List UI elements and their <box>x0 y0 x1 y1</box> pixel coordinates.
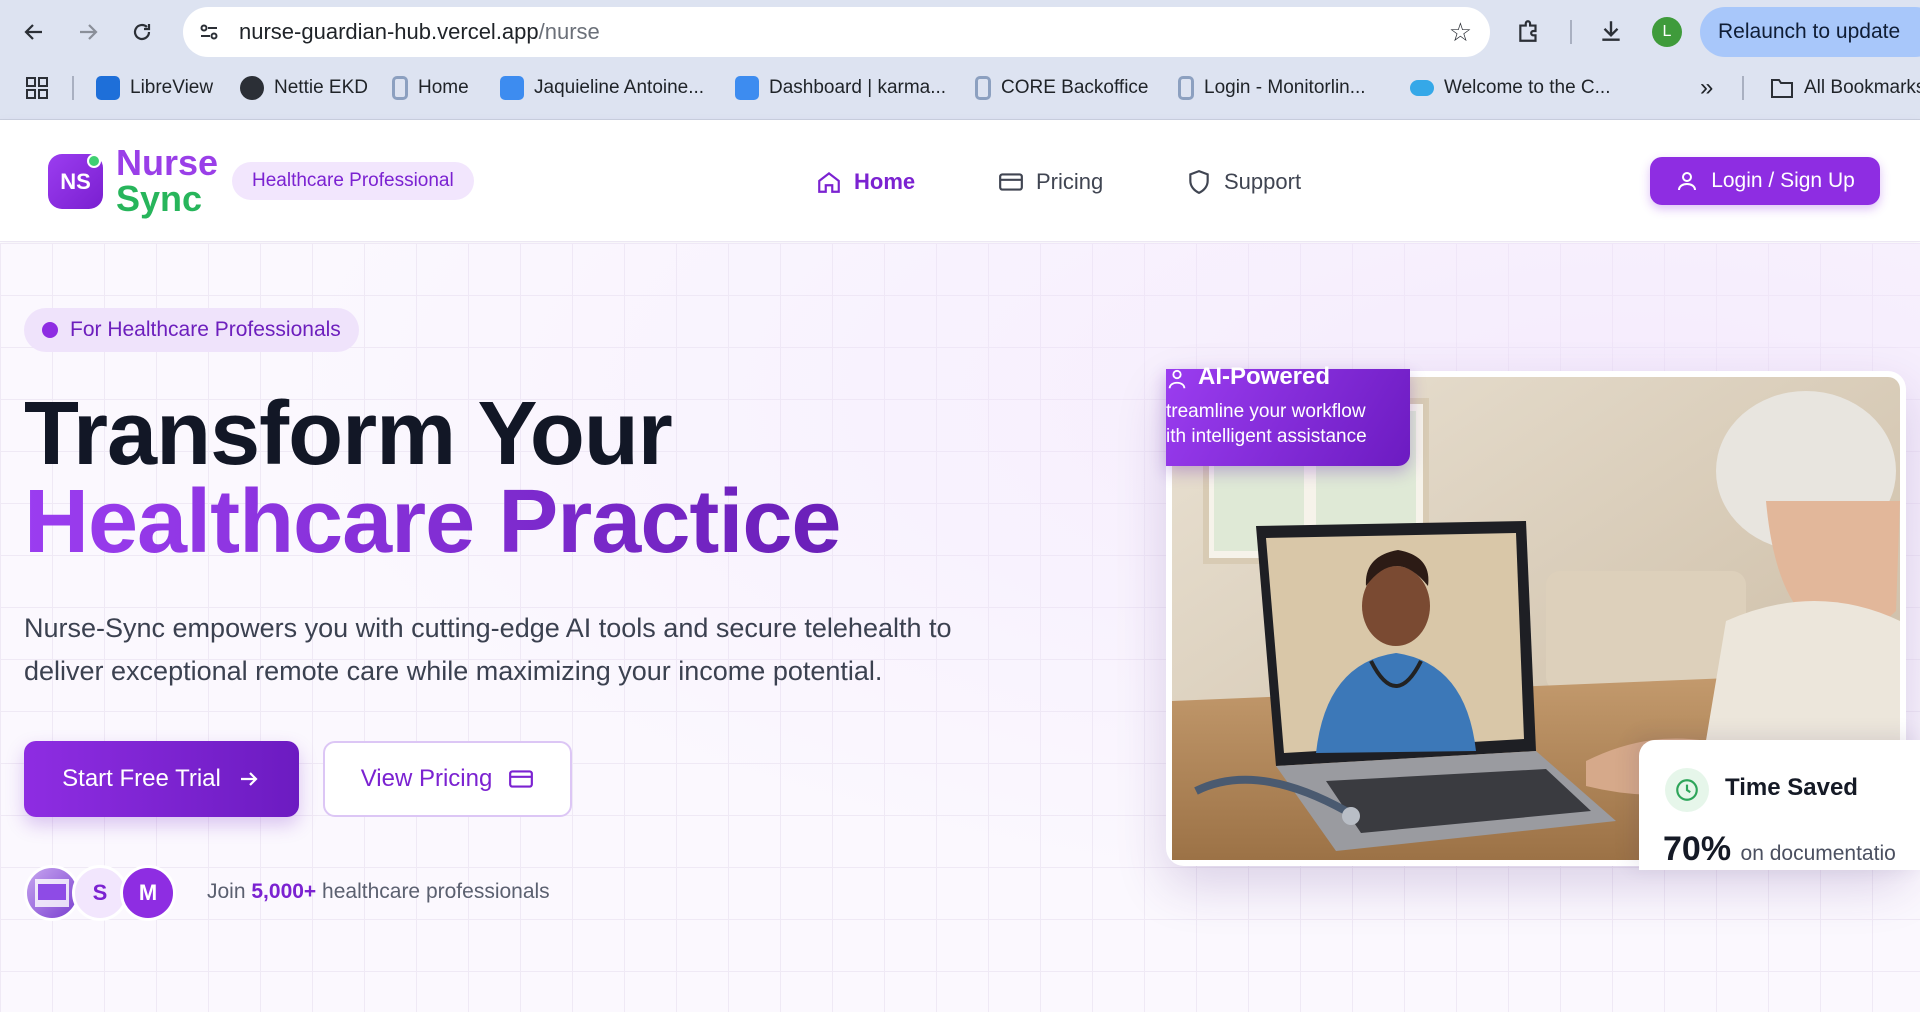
role-badge: Healthcare Professional <box>232 162 474 200</box>
forward-button[interactable] <box>70 14 106 50</box>
brand-name-line2: Sync <box>116 178 203 219</box>
browser-chrome: nurse-guardian-hub.vercel.app/nurse ☆ L … <box>0 0 1920 120</box>
bookmarks-divider <box>1742 76 1744 100</box>
bookmark-item[interactable]: LibreView <box>96 74 213 102</box>
toolbar-divider <box>1570 20 1572 44</box>
bookmark-item[interactable]: CORE Backoffice <box>975 74 1148 102</box>
status-dot <box>87 154 101 168</box>
extensions-button[interactable] <box>1512 14 1546 48</box>
nav-home[interactable]: Home <box>816 164 915 200</box>
arrow-right-icon <box>80 24 98 40</box>
time-saved-title: Time Saved <box>1725 774 1858 801</box>
bookmark-favicon-icon <box>392 76 408 100</box>
user-icon <box>1678 172 1697 191</box>
bookmarks-bar: LibreView Nettie EKD Home Jaquieline Ant… <box>0 66 1920 108</box>
bookmark-favicon-icon <box>975 76 991 100</box>
more-bookmarks-button[interactable]: » <box>1700 74 1713 102</box>
reload-button[interactable] <box>124 14 160 50</box>
ai-powered-badge: AI-Powered treamline your workflow ith i… <box>1166 363 1410 466</box>
libreview-icon <box>96 76 120 100</box>
ai-badge-subtitle: treamline your workflow ith intelligent … <box>1166 401 1367 447</box>
relaunch-button[interactable]: Relaunch to update <box>1700 7 1920 57</box>
clock-icon <box>1665 768 1709 812</box>
nav-pricing[interactable]: Pricing <box>998 164 1103 200</box>
audience-pill: For Healthcare Professionals <box>24 308 359 352</box>
avatar: M <box>120 865 176 921</box>
shield-icon <box>1189 170 1209 195</box>
bookmark-star-icon[interactable]: ☆ <box>1449 17 1472 48</box>
screenshot-thumbnail-icon <box>35 879 69 907</box>
bookmark-favicon-icon <box>500 76 524 100</box>
social-proof-text: Join 5,000+ healthcare professionals <box>207 880 550 903</box>
reload-icon <box>133 23 151 41</box>
back-button[interactable] <box>16 14 52 50</box>
folder-icon <box>1771 79 1793 98</box>
bookmark-item[interactable]: Jaquieline Antoine... <box>500 74 704 102</box>
ai-badge-title: AI-Powered <box>1198 363 1331 390</box>
profile-avatar[interactable]: L <box>1652 17 1682 47</box>
bookmark-item[interactable]: Welcome to the C... <box>1410 74 1611 102</box>
bookmark-favicon-icon <box>1178 76 1194 100</box>
hero-description: Nurse-Sync empowers you with cutting-edg… <box>24 613 952 686</box>
arrow-right-icon <box>240 772 258 786</box>
all-bookmarks-button[interactable]: All Bookmarks <box>1770 74 1920 102</box>
user-icon <box>1168 369 1186 389</box>
login-signup-button[interactable]: Login / Sign Up <box>1650 157 1880 205</box>
bookmark-favicon-icon <box>735 76 759 100</box>
home-icon <box>818 171 840 193</box>
view-pricing-button[interactable]: View Pricing <box>323 741 572 817</box>
apps-button[interactable] <box>26 74 48 102</box>
bookmarks-divider <box>72 76 74 100</box>
credit-card-icon <box>999 173 1023 191</box>
puzzle-icon <box>1519 20 1537 42</box>
address-bar[interactable]: nurse-guardian-hub.vercel.app/nurse ☆ <box>183 7 1490 57</box>
time-saved-value: 70% on documentatio <box>1663 830 1896 868</box>
arrow-left-icon <box>24 24 42 40</box>
site-settings-icon[interactable] <box>197 20 221 44</box>
bookmark-item[interactable]: Nettie EKD <box>240 74 368 102</box>
url-text: nurse-guardian-hub.vercel.app/nurse <box>239 19 600 44</box>
site-header: NS Nurse Sync Healthcare Professional Ho… <box>0 120 1920 242</box>
hero-title-line2: Healthcare Practice <box>24 472 841 572</box>
bookmark-item[interactable]: Home <box>392 74 469 102</box>
apps-grid-icon <box>26 77 48 99</box>
download-icon <box>1602 21 1620 41</box>
time-saved-card: Time Saved 70% on documentatio <box>1639 740 1920 870</box>
credit-card-icon <box>509 770 534 788</box>
downloads-button[interactable] <box>1594 14 1628 48</box>
pill-dot <box>42 322 58 338</box>
start-free-trial-button[interactable]: Start Free Trial <box>24 741 299 817</box>
globe-icon <box>240 76 264 100</box>
cloud-icon <box>1410 80 1434 96</box>
toolbar: nurse-guardian-hub.vercel.app/nurse ☆ L … <box>0 0 1920 64</box>
chevron-double-right-icon: » <box>1700 74 1714 101</box>
nav-support[interactable]: Support <box>1186 164 1301 200</box>
bookmark-item[interactable]: Dashboard | karma... <box>735 74 946 102</box>
bookmark-item[interactable]: Login - Monitorlin... <box>1178 74 1366 102</box>
